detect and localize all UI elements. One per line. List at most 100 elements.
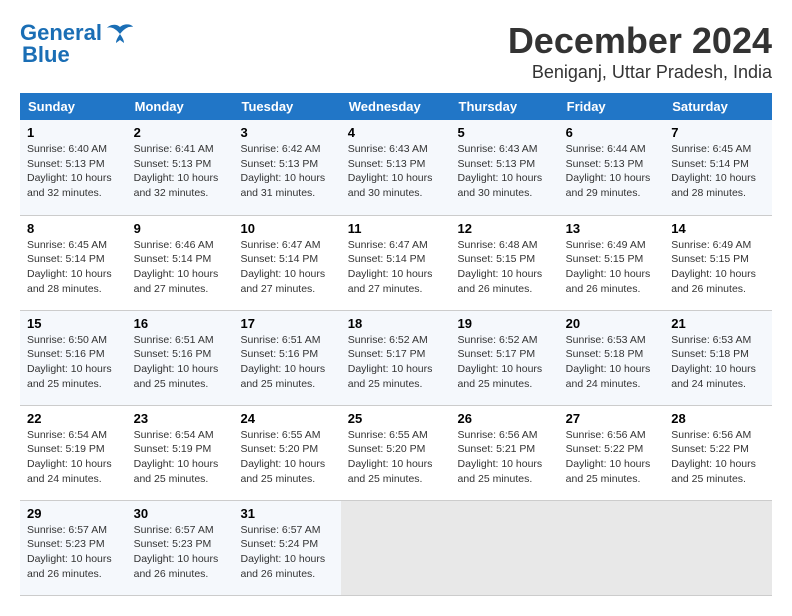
calendar-cell <box>559 500 665 595</box>
day-info: Sunrise: 6:43 AMSunset: 5:13 PMDaylight:… <box>458 143 543 199</box>
day-number: 8 <box>27 221 120 236</box>
day-number: 17 <box>241 316 334 331</box>
day-number: 22 <box>27 411 120 426</box>
day-info: Sunrise: 6:52 AMSunset: 5:17 PMDaylight:… <box>348 334 433 390</box>
day-number: 31 <box>241 506 334 521</box>
day-info: Sunrise: 6:48 AMSunset: 5:15 PMDaylight:… <box>458 239 543 295</box>
calendar-cell <box>664 500 772 595</box>
calendar-cell: 25 Sunrise: 6:55 AMSunset: 5:20 PMDaylig… <box>341 405 451 500</box>
week-row-1: 1 Sunrise: 6:40 AMSunset: 5:13 PMDayligh… <box>20 120 772 215</box>
day-number: 19 <box>458 316 552 331</box>
header-tuesday: Tuesday <box>234 93 341 120</box>
day-info: Sunrise: 6:55 AMSunset: 5:20 PMDaylight:… <box>348 429 433 485</box>
day-info: Sunrise: 6:57 AMSunset: 5:23 PMDaylight:… <box>134 524 219 580</box>
day-info: Sunrise: 6:53 AMSunset: 5:18 PMDaylight:… <box>566 334 651 390</box>
calendar-cell: 31 Sunrise: 6:57 AMSunset: 5:24 PMDaylig… <box>234 500 341 595</box>
day-number: 14 <box>671 221 765 236</box>
location-title: Beniganj, Uttar Pradesh, India <box>508 62 772 83</box>
day-info: Sunrise: 6:56 AMSunset: 5:22 PMDaylight:… <box>671 429 756 485</box>
day-info: Sunrise: 6:51 AMSunset: 5:16 PMDaylight:… <box>241 334 326 390</box>
day-info: Sunrise: 6:52 AMSunset: 5:17 PMDaylight:… <box>458 334 543 390</box>
calendar-cell: 2 Sunrise: 6:41 AMSunset: 5:13 PMDayligh… <box>127 120 234 215</box>
logo-blue: Blue <box>22 42 70 68</box>
day-info: Sunrise: 6:49 AMSunset: 5:15 PMDaylight:… <box>566 239 651 295</box>
calendar-cell: 19 Sunrise: 6:52 AMSunset: 5:17 PMDaylig… <box>451 310 559 405</box>
header-wednesday: Wednesday <box>341 93 451 120</box>
day-info: Sunrise: 6:50 AMSunset: 5:16 PMDaylight:… <box>27 334 112 390</box>
day-info: Sunrise: 6:56 AMSunset: 5:21 PMDaylight:… <box>458 429 543 485</box>
calendar-cell: 5 Sunrise: 6:43 AMSunset: 5:13 PMDayligh… <box>451 120 559 215</box>
day-info: Sunrise: 6:44 AMSunset: 5:13 PMDaylight:… <box>566 143 651 199</box>
header-sunday: Sunday <box>20 93 127 120</box>
day-number: 27 <box>566 411 658 426</box>
calendar-cell: 30 Sunrise: 6:57 AMSunset: 5:23 PMDaylig… <box>127 500 234 595</box>
logo: General Blue <box>20 20 134 68</box>
day-info: Sunrise: 6:55 AMSunset: 5:20 PMDaylight:… <box>241 429 326 485</box>
calendar-table: SundayMondayTuesdayWednesdayThursdayFrid… <box>20 93 772 596</box>
day-number: 25 <box>348 411 444 426</box>
calendar-cell: 15 Sunrise: 6:50 AMSunset: 5:16 PMDaylig… <box>20 310 127 405</box>
day-number: 12 <box>458 221 552 236</box>
header-row: SundayMondayTuesdayWednesdayThursdayFrid… <box>20 93 772 120</box>
day-info: Sunrise: 6:47 AMSunset: 5:14 PMDaylight:… <box>241 239 326 295</box>
day-info: Sunrise: 6:41 AMSunset: 5:13 PMDaylight:… <box>134 143 219 199</box>
calendar-cell: 28 Sunrise: 6:56 AMSunset: 5:22 PMDaylig… <box>664 405 772 500</box>
day-number: 3 <box>241 125 334 140</box>
week-row-5: 29 Sunrise: 6:57 AMSunset: 5:23 PMDaylig… <box>20 500 772 595</box>
header-thursday: Thursday <box>451 93 559 120</box>
header-saturday: Saturday <box>664 93 772 120</box>
calendar-cell: 27 Sunrise: 6:56 AMSunset: 5:22 PMDaylig… <box>559 405 665 500</box>
calendar-cell: 14 Sunrise: 6:49 AMSunset: 5:15 PMDaylig… <box>664 215 772 310</box>
calendar-cell: 13 Sunrise: 6:49 AMSunset: 5:15 PMDaylig… <box>559 215 665 310</box>
day-number: 10 <box>241 221 334 236</box>
header-monday: Monday <box>127 93 234 120</box>
header-friday: Friday <box>559 93 665 120</box>
calendar-cell: 9 Sunrise: 6:46 AMSunset: 5:14 PMDayligh… <box>127 215 234 310</box>
calendar-cell: 29 Sunrise: 6:57 AMSunset: 5:23 PMDaylig… <box>20 500 127 595</box>
title-block: December 2024 Beniganj, Uttar Pradesh, I… <box>508 20 772 83</box>
calendar-cell: 6 Sunrise: 6:44 AMSunset: 5:13 PMDayligh… <box>559 120 665 215</box>
day-number: 23 <box>134 411 227 426</box>
page-header: General Blue December 2024 Beniganj, Utt… <box>20 20 772 83</box>
day-info: Sunrise: 6:45 AMSunset: 5:14 PMDaylight:… <box>27 239 112 295</box>
calendar-cell: 11 Sunrise: 6:47 AMSunset: 5:14 PMDaylig… <box>341 215 451 310</box>
day-info: Sunrise: 6:53 AMSunset: 5:18 PMDaylight:… <box>671 334 756 390</box>
calendar-cell: 24 Sunrise: 6:55 AMSunset: 5:20 PMDaylig… <box>234 405 341 500</box>
day-info: Sunrise: 6:51 AMSunset: 5:16 PMDaylight:… <box>134 334 219 390</box>
calendar-cell: 21 Sunrise: 6:53 AMSunset: 5:18 PMDaylig… <box>664 310 772 405</box>
day-number: 4 <box>348 125 444 140</box>
day-info: Sunrise: 6:56 AMSunset: 5:22 PMDaylight:… <box>566 429 651 485</box>
day-number: 21 <box>671 316 765 331</box>
day-number: 15 <box>27 316 120 331</box>
day-number: 26 <box>458 411 552 426</box>
calendar-cell: 1 Sunrise: 6:40 AMSunset: 5:13 PMDayligh… <box>20 120 127 215</box>
day-number: 11 <box>348 221 444 236</box>
week-row-2: 8 Sunrise: 6:45 AMSunset: 5:14 PMDayligh… <box>20 215 772 310</box>
calendar-cell: 18 Sunrise: 6:52 AMSunset: 5:17 PMDaylig… <box>341 310 451 405</box>
day-number: 13 <box>566 221 658 236</box>
calendar-cell: 23 Sunrise: 6:54 AMSunset: 5:19 PMDaylig… <box>127 405 234 500</box>
calendar-cell: 22 Sunrise: 6:54 AMSunset: 5:19 PMDaylig… <box>20 405 127 500</box>
day-info: Sunrise: 6:57 AMSunset: 5:23 PMDaylight:… <box>27 524 112 580</box>
calendar-cell: 8 Sunrise: 6:45 AMSunset: 5:14 PMDayligh… <box>20 215 127 310</box>
day-number: 28 <box>671 411 765 426</box>
day-number: 20 <box>566 316 658 331</box>
day-info: Sunrise: 6:43 AMSunset: 5:13 PMDaylight:… <box>348 143 433 199</box>
calendar-cell: 26 Sunrise: 6:56 AMSunset: 5:21 PMDaylig… <box>451 405 559 500</box>
day-number: 7 <box>671 125 765 140</box>
day-info: Sunrise: 6:47 AMSunset: 5:14 PMDaylight:… <box>348 239 433 295</box>
day-info: Sunrise: 6:42 AMSunset: 5:13 PMDaylight:… <box>241 143 326 199</box>
calendar-cell: 16 Sunrise: 6:51 AMSunset: 5:16 PMDaylig… <box>127 310 234 405</box>
day-number: 2 <box>134 125 227 140</box>
calendar-cell: 3 Sunrise: 6:42 AMSunset: 5:13 PMDayligh… <box>234 120 341 215</box>
day-number: 1 <box>27 125 120 140</box>
week-row-3: 15 Sunrise: 6:50 AMSunset: 5:16 PMDaylig… <box>20 310 772 405</box>
day-info: Sunrise: 6:57 AMSunset: 5:24 PMDaylight:… <box>241 524 326 580</box>
day-number: 30 <box>134 506 227 521</box>
day-number: 16 <box>134 316 227 331</box>
day-number: 24 <box>241 411 334 426</box>
day-info: Sunrise: 6:46 AMSunset: 5:14 PMDaylight:… <box>134 239 219 295</box>
day-number: 29 <box>27 506 120 521</box>
calendar-cell <box>451 500 559 595</box>
day-number: 9 <box>134 221 227 236</box>
